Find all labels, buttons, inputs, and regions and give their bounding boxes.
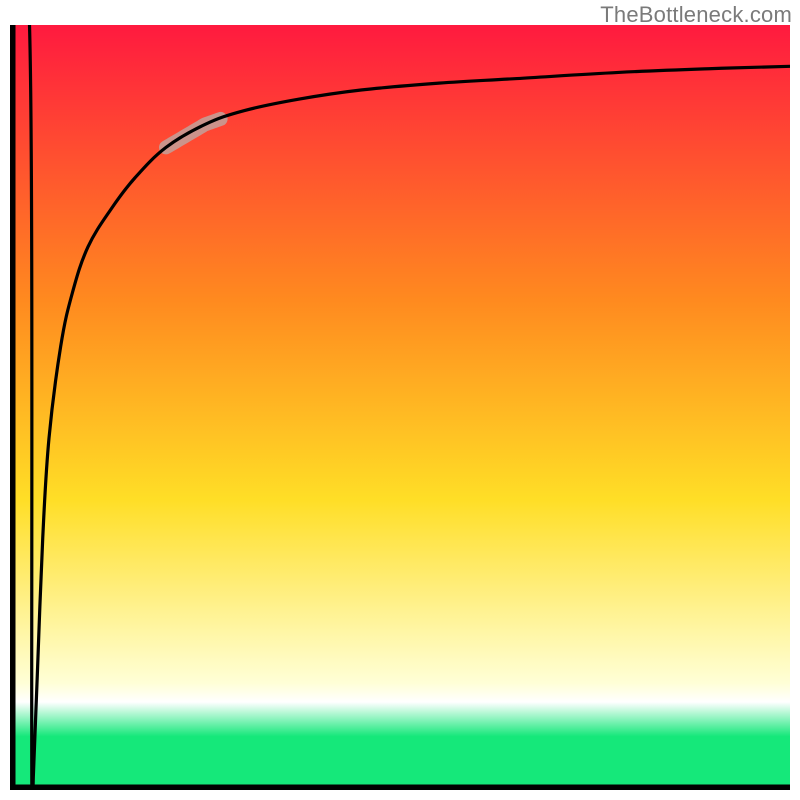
chart-container: TheBottleneck.com — [0, 0, 800, 800]
chart-svg — [10, 25, 790, 790]
gradient-background — [10, 25, 790, 790]
plot-area — [10, 25, 790, 790]
